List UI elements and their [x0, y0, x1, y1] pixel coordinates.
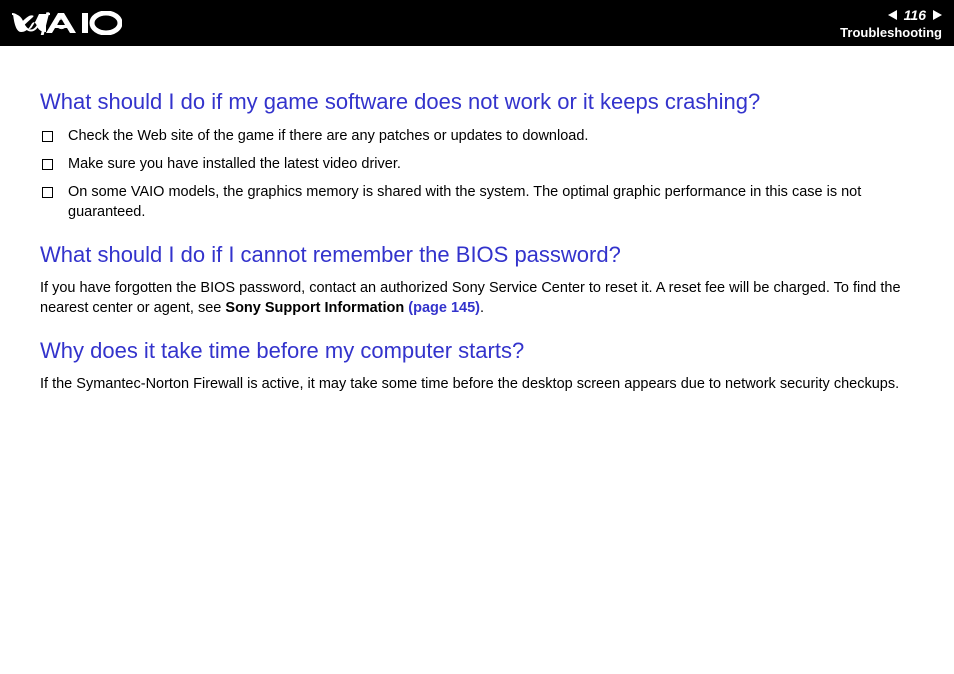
question-heading-2: What should I do if I cannot remember th… — [40, 241, 926, 269]
prev-page-icon[interactable] — [888, 10, 897, 20]
list-item: Check the Web site of the game if there … — [40, 126, 926, 146]
question-heading-3: Why does it take time before my computer… — [40, 337, 926, 365]
page-content: What should I do if my game software doe… — [0, 46, 954, 395]
bold-text: Sony Support Information — [225, 300, 408, 316]
next-page-icon[interactable] — [933, 10, 942, 20]
vaio-logo: ✔❘○ — [12, 11, 122, 35]
page-number: 116 — [901, 7, 929, 23]
list-item: On some VAIO models, the graphics memory… — [40, 182, 926, 223]
page-nav: 116 — [888, 7, 942, 23]
list-item: Make sure you have installed the latest … — [40, 154, 926, 174]
page-link[interactable]: (page 145) — [408, 300, 480, 316]
bullet-list-1: Check the Web site of the game if there … — [40, 126, 926, 223]
section-label: Troubleshooting — [840, 25, 942, 40]
body-paragraph: If the Symantec-Norton Firewall is activ… — [40, 374, 926, 394]
text-span: . — [480, 300, 484, 316]
question-heading-1: What should I do if my game software doe… — [40, 88, 926, 116]
body-paragraph: If you have forgotten the BIOS password,… — [40, 278, 926, 319]
page-header: ✔❘○ 116 Troubleshooting — [0, 0, 954, 46]
header-right: 116 Troubleshooting — [840, 7, 942, 40]
